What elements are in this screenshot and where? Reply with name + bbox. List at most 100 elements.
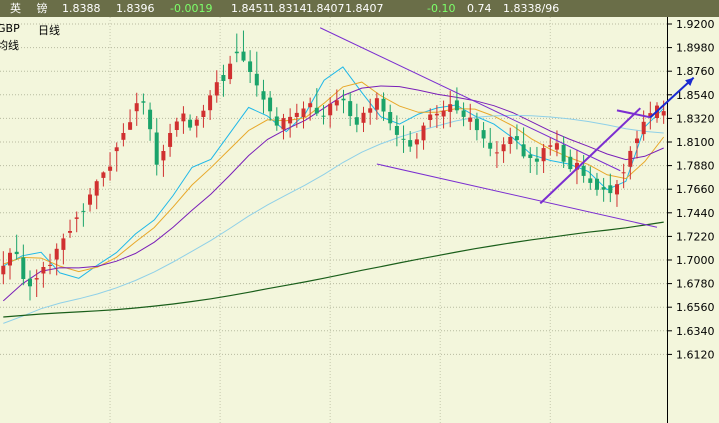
candle-body: [388, 112, 393, 124]
indicator-label: 均线: [0, 39, 19, 52]
quote-field-6: 1.8407: [306, 2, 345, 15]
candle-body: [635, 138, 639, 144]
candle-body: [554, 143, 559, 150]
candle-body: [428, 114, 433, 120]
candle-body: [208, 95, 213, 111]
candle-body: [341, 98, 346, 101]
candle-body: [14, 251, 19, 255]
candle-body: [361, 112, 366, 123]
candle-body: [254, 73, 259, 86]
y-tick-label: 1.8540: [676, 89, 715, 102]
quote-field-7: 1.8407: [345, 2, 384, 15]
candle-body: [488, 142, 493, 149]
quote-field-4: 1.8451: [231, 2, 270, 15]
candle-body: [348, 101, 353, 117]
candle-body: [21, 257, 26, 279]
candle-body: [568, 156, 573, 170]
candle-body: [328, 103, 333, 116]
candle-body: [401, 138, 406, 140]
candle-body: [68, 231, 72, 233]
candle-body: [514, 136, 519, 141]
candle-body: [628, 150, 633, 167]
chart-background: [0, 17, 719, 423]
candle-body: [268, 97, 273, 112]
quote-field-5: 1.8314: [268, 2, 307, 15]
candle-body: [201, 110, 206, 117]
candle-body: [294, 112, 299, 117]
candle-body: [41, 267, 46, 274]
candle-body: [468, 117, 473, 122]
y-tick-label: 1.6560: [676, 301, 715, 314]
candle-body: [374, 98, 379, 110]
quote-field-2: 1.8396: [116, 2, 155, 15]
y-tick-label: 1.8320: [676, 112, 715, 125]
candle-body: [541, 148, 546, 162]
candle-body: [448, 104, 453, 112]
candle-body: [1, 265, 6, 275]
candle-body: [528, 154, 533, 158]
candle-body: [461, 110, 466, 117]
candle-body: [481, 130, 486, 139]
candle-body: [421, 125, 426, 141]
candle-body: [221, 75, 226, 81]
candle-body: [161, 151, 166, 161]
candle-body: [508, 137, 513, 144]
quote-field-9: 0.74: [467, 2, 492, 15]
candle-body: [141, 101, 146, 103]
candle-body: [8, 252, 12, 266]
y-tick-label: 1.6120: [676, 348, 715, 361]
y-tick-label: 1.9200: [676, 18, 715, 31]
candle-body: [168, 133, 173, 147]
candle-body: [121, 133, 126, 140]
candle-body: [114, 147, 119, 152]
candle-body: [595, 178, 599, 190]
candle-body: [88, 194, 92, 205]
candle-body: [188, 119, 193, 128]
candle-body: [408, 140, 413, 147]
candle-body: [274, 116, 279, 126]
candle-body: [534, 158, 539, 162]
candle-body: [414, 139, 419, 145]
candle-body: [615, 184, 619, 195]
candle-body: [248, 61, 253, 72]
instrument-name: 英 镑: [10, 2, 54, 15]
quote-field-8: -0.10: [427, 2, 456, 15]
candle-body: [54, 248, 59, 260]
candle-body: [228, 63, 233, 80]
candle-body: [134, 103, 139, 112]
candle-body: [621, 172, 626, 174]
price-chart: 1.9200 1.8980 1.8760 1.8540 1.8320 1.8100 1.78…: [0, 17, 719, 423]
candle-body: [588, 178, 593, 183]
candle-body: [381, 98, 386, 112]
candle-body: [48, 264, 52, 266]
candle-body: [214, 82, 219, 96]
candle-body: [74, 217, 79, 219]
candle-body: [234, 51, 239, 54]
candle-body: [28, 278, 32, 287]
y-tick-label: 1.7440: [676, 207, 715, 220]
candle-body: [108, 166, 113, 171]
candle-body: [581, 165, 586, 176]
y-tick-label: 1.6780: [676, 278, 715, 291]
candle-body: [94, 181, 99, 196]
quote-header: 英 镑 1.8388 1.8396 -0.0019 1.8451 1.8314 1.840…: [0, 0, 719, 17]
candle-body: [321, 115, 326, 117]
candle-body: [334, 100, 339, 106]
y-tick-label: 1.8760: [676, 65, 715, 78]
quote-field-3: -0.0019: [170, 2, 213, 15]
candle-body: [548, 145, 553, 147]
candle-body: [261, 91, 266, 100]
candle-body: [501, 144, 506, 152]
candle-body: [301, 108, 306, 118]
quote-field-1: 1.8388: [62, 2, 101, 15]
y-tick-label: 1.7000: [676, 254, 715, 267]
candle-body: [641, 121, 646, 135]
y-tick-label: 1.7880: [676, 160, 715, 173]
candle-body: [314, 107, 319, 114]
period-label: 日线: [38, 24, 60, 37]
candle-body: [561, 144, 566, 162]
candle-body: [308, 103, 313, 108]
quote-field-10: 1.8338/96: [503, 2, 560, 15]
candle-body: [441, 110, 446, 117]
candle-body: [101, 172, 106, 178]
